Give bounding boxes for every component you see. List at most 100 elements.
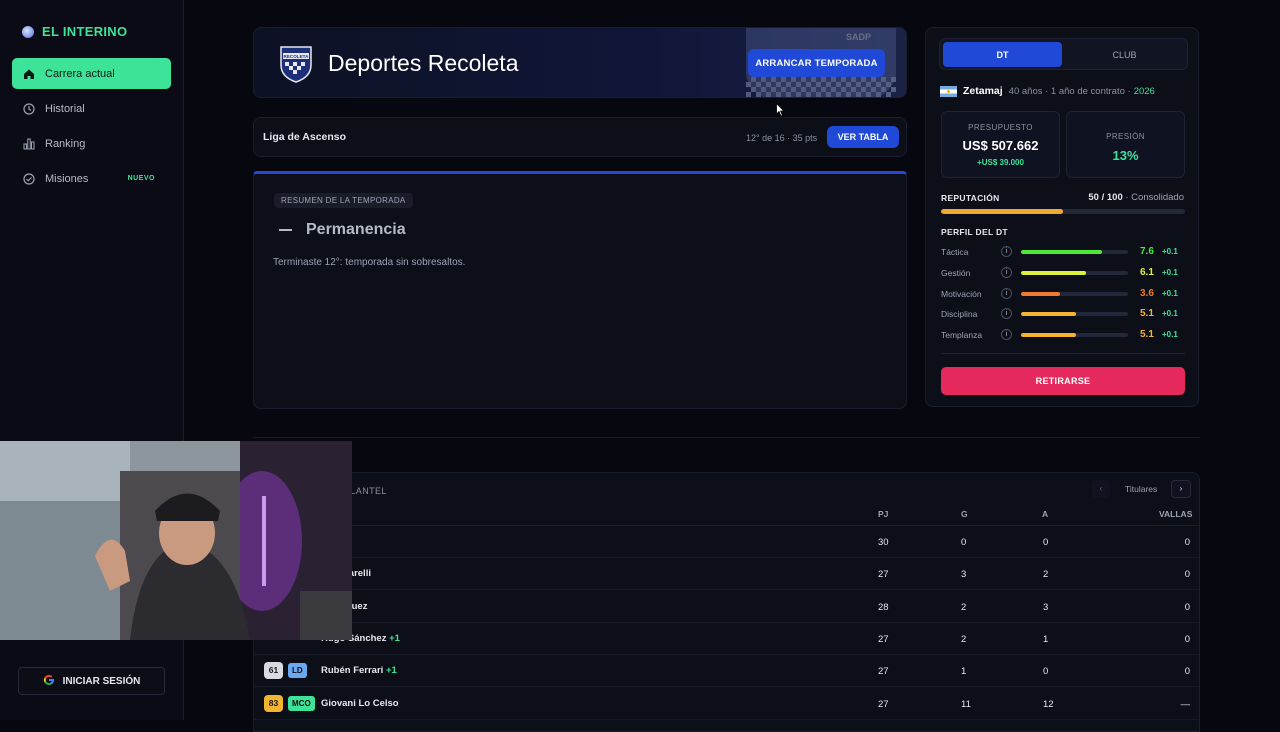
- table-row[interactable]: Vargas30000: [254, 526, 1199, 558]
- sidebar-item-historial[interactable]: Historial: [12, 93, 171, 124]
- cell-a: 3: [1043, 601, 1049, 613]
- attribute-bar: [1021, 270, 1128, 275]
- club-header: SADP RECOLETA Deportes Recoleta ARRANCAR…: [253, 27, 907, 98]
- cell-g: 3: [961, 569, 967, 581]
- coach-info: Zetamaj 40 años · 1 año de contrato · 20…: [940, 85, 1155, 97]
- info-icon[interactable]: i: [1001, 329, 1012, 341]
- argentina-flag-icon: [940, 85, 957, 97]
- cell-g: 0: [961, 537, 967, 548]
- attribute-name: Disciplina: [941, 309, 978, 320]
- cell-a: 0: [1043, 666, 1049, 678]
- login-label: INICIAR SESIÓN: [62, 675, 141, 687]
- column-header-vallas: VALLAS: [1159, 509, 1193, 519]
- table-row[interactable]: o Tomarelli27320: [254, 558, 1199, 591]
- cell-vallas: —: [1180, 698, 1191, 710]
- tab-club[interactable]: CLUB: [1064, 42, 1185, 67]
- squad-table: PLANTEL ‹ Titulares › PJ G A VALLAS Varg…: [253, 472, 1200, 732]
- attribute-bar-fill: [1021, 291, 1060, 296]
- coach-meta: 40 años · 1 año de contrato ·: [1008, 85, 1131, 97]
- club-name: Deportes Recoleta: [328, 50, 519, 76]
- attribute-bar-fill: [1021, 270, 1087, 275]
- webcam-feed-image: [0, 441, 352, 640]
- reputation-value: 50 / 100: [1088, 192, 1123, 203]
- start-season-button[interactable]: ARRANCAR TEMPORADA: [748, 49, 885, 77]
- sidebar-item-carrera-actual[interactable]: Carrera actual: [12, 58, 171, 89]
- attribute-row: Templanza i 5.1 +0.1: [941, 328, 1185, 342]
- pager-next-button[interactable]: ›: [1171, 480, 1191, 498]
- player-position: MCO: [288, 695, 315, 711]
- sidebar-item-label: Historial: [45, 102, 85, 115]
- player-position: LD: [288, 663, 307, 679]
- table-row[interactable]: 83 MCO Giovani Lo Celso 27 11 12 —: [254, 688, 1199, 720]
- cell-vallas: 0: [1184, 666, 1190, 678]
- contract-year: 2026: [1133, 85, 1155, 97]
- budget-box: PRESUPUESTO US$ 507.662 +US$ 39.000: [941, 111, 1060, 178]
- sidebar-item-misiones[interactable]: Misiones NUEVO: [12, 163, 171, 194]
- divider: [941, 353, 1185, 354]
- clock-icon: [23, 102, 35, 115]
- player-name-wrap: Giovani Lo Celso: [321, 698, 399, 709]
- coach-panel: DT CLUB Zetamaj 40 años · 1 año de contr…: [925, 27, 1199, 407]
- cell-a: 12: [1043, 698, 1054, 710]
- pressure-value: 13%: [1112, 148, 1139, 163]
- cell-pj: 27: [878, 569, 889, 581]
- info-icon[interactable]: i: [1001, 266, 1012, 278]
- cell-a: 1: [1043, 633, 1049, 645]
- brand[interactable]: EL INTERINO: [22, 24, 127, 39]
- profile-label: PERFIL DEL DT: [941, 227, 1008, 237]
- table-row[interactable]: 61 LD Rubén Ferrari +1 27 1 0 0: [254, 655, 1199, 688]
- sidebar-item-label: Carrera actual: [45, 67, 115, 80]
- retire-button[interactable]: RETIRARSE: [941, 367, 1185, 395]
- watermark-text: SADP: [846, 32, 871, 42]
- reputation-label: REPUTACIÓN: [941, 193, 1000, 203]
- table-row[interactable]: Rodríguez28230: [254, 591, 1199, 623]
- section-divider: [253, 437, 1200, 438]
- info-icon[interactable]: i: [1001, 287, 1012, 299]
- attribute-name: Templanza: [941, 330, 983, 341]
- webcam-overlay: [0, 441, 352, 640]
- summary-title: Permanencia: [306, 221, 406, 238]
- pressure-label: PRESIÓN: [1106, 132, 1145, 141]
- attribute-bar-fill: [1021, 250, 1103, 254]
- attribute-name: Motivación: [941, 288, 982, 299]
- pager-prev-button[interactable]: ‹: [1092, 480, 1110, 498]
- mouse-cursor-icon: [776, 103, 785, 117]
- player-rating: 83: [264, 694, 283, 712]
- cell-a: 0: [1043, 537, 1049, 548]
- check-circle-icon: [23, 172, 35, 185]
- cell-pj: 28: [878, 601, 889, 613]
- pressure-box: PRESIÓN 13%: [1066, 111, 1185, 178]
- reputation-bar-fill: [941, 209, 1063, 214]
- view-table-button[interactable]: VER TABLA: [827, 126, 899, 148]
- cell-a: 2: [1043, 569, 1049, 581]
- sidebar-item-ranking[interactable]: Ranking: [12, 128, 171, 159]
- info-icon[interactable]: i: [1001, 308, 1012, 320]
- coach-name: Zetamaj: [963, 85, 1003, 97]
- cell-pj: 27: [878, 666, 889, 678]
- cell-vallas: 0: [1184, 569, 1190, 581]
- player-plus: +1: [385, 665, 397, 677]
- dash-icon: [279, 229, 292, 231]
- google-icon: [43, 674, 55, 689]
- attribute-bar-fill: [1021, 312, 1076, 317]
- cell-g: 2: [961, 633, 967, 645]
- player-name: Rubén Ferrari: [321, 665, 384, 677]
- info-icon[interactable]: i: [1001, 246, 1012, 257]
- tab-dt[interactable]: DT: [943, 42, 1062, 67]
- cell-g: 2: [961, 601, 967, 613]
- sidebar-item-label: Ranking: [45, 137, 86, 150]
- cell-pj: 30: [878, 537, 889, 548]
- login-button[interactable]: INICIAR SESIÓN: [18, 667, 165, 695]
- cell-g: 1: [961, 666, 967, 678]
- league-bar: Liga de Ascenso 12° de 16 · 35 pts VER T…: [253, 117, 907, 157]
- player-rating: 61: [264, 662, 283, 680]
- budget-value: US$ 507.662: [962, 138, 1039, 153]
- attribute-row: Disciplina i 5.1 +0.1: [941, 307, 1185, 321]
- cell-pj: 27: [878, 633, 889, 645]
- reputation-status: · Consolidado: [1125, 192, 1184, 203]
- home-icon: [23, 68, 35, 80]
- attribute-row: Táctica i 7.6 +0.1: [941, 245, 1185, 259]
- table-row[interactable]: Hugo Sánchez +1 27 2 1 0: [254, 623, 1199, 655]
- attribute-bar: [1021, 312, 1128, 317]
- attribute-delta: +0.1: [1162, 309, 1178, 319]
